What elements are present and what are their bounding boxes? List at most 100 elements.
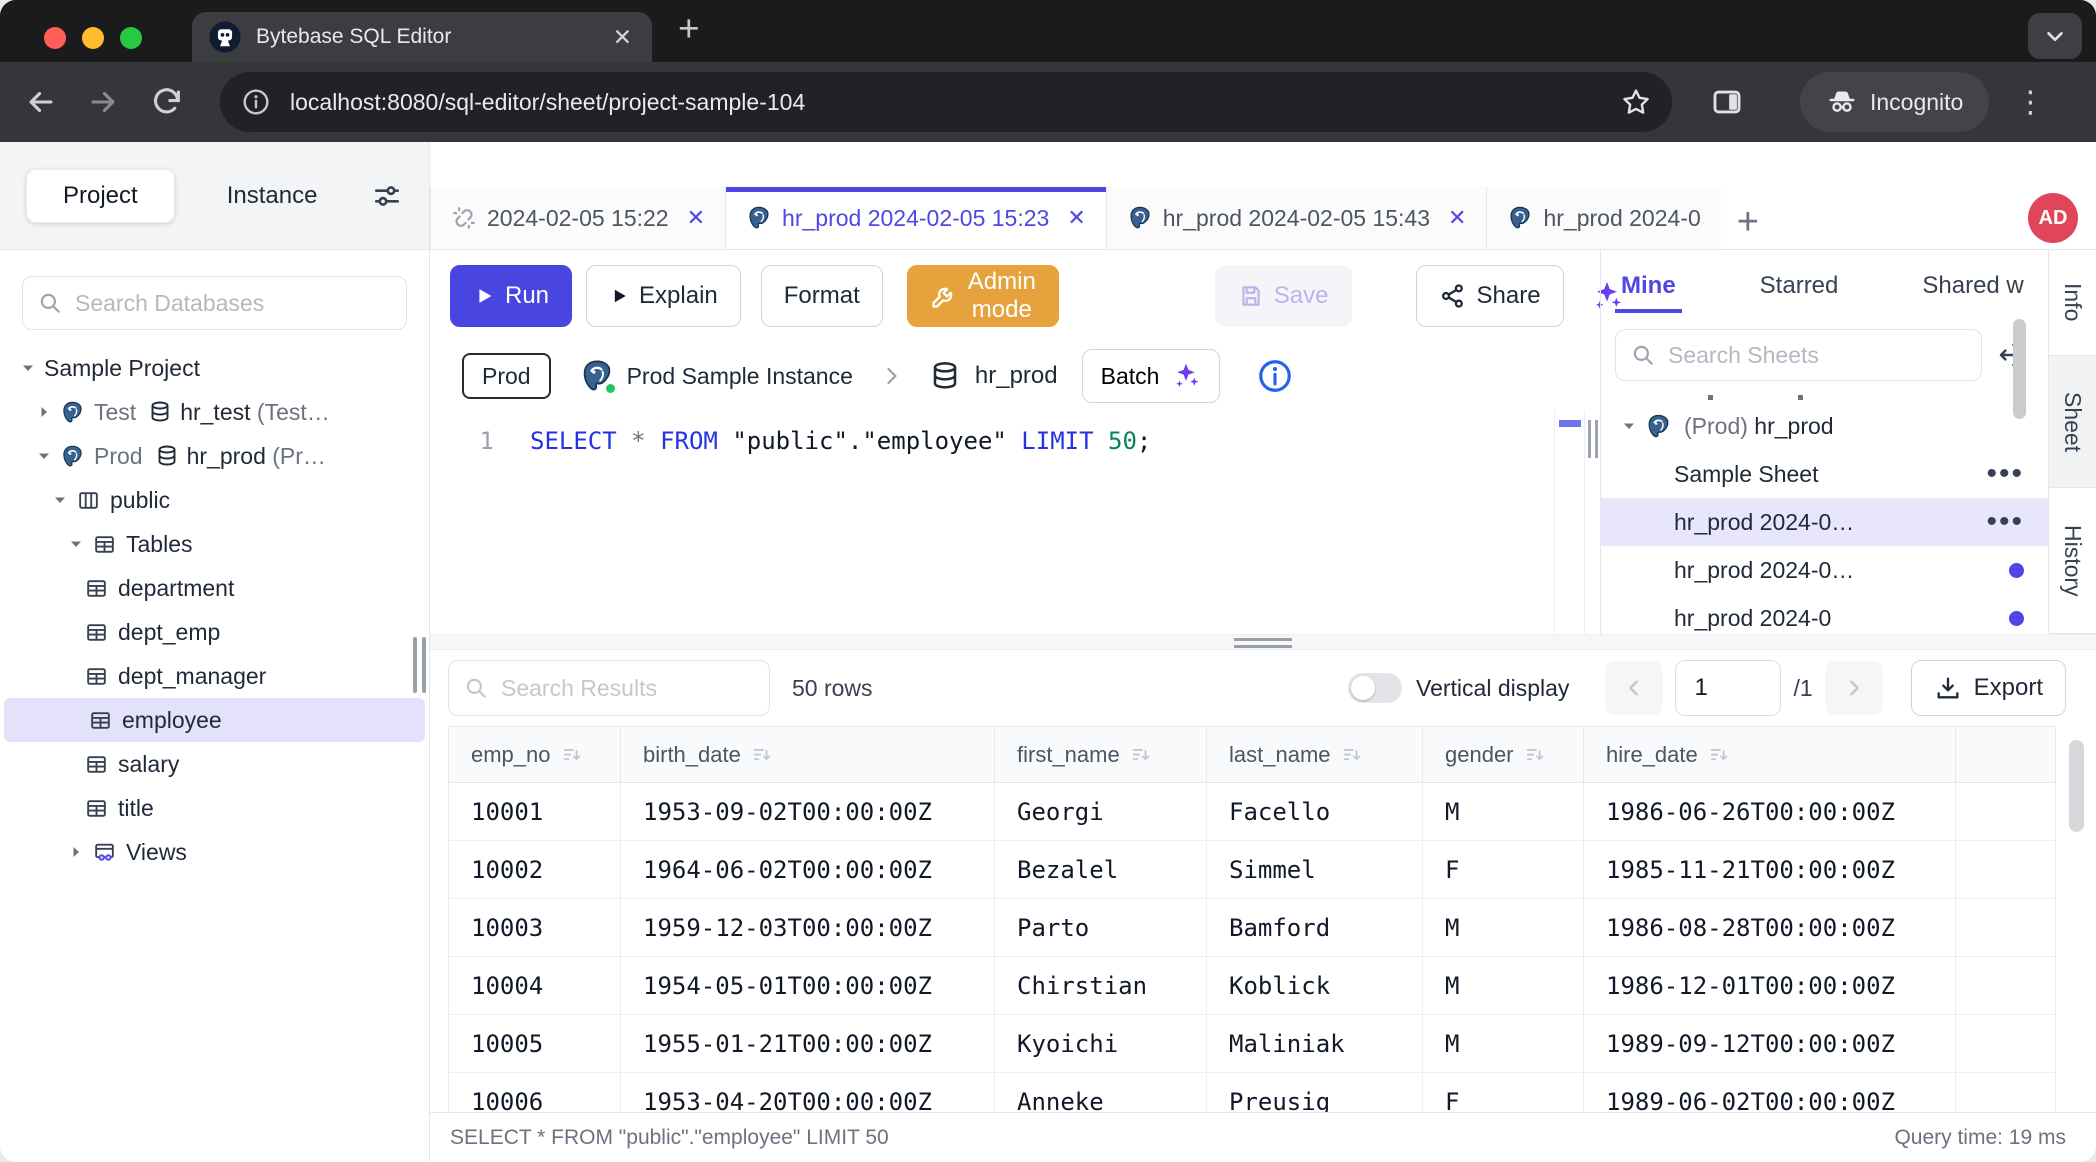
column-header-gender[interactable]: gender [1423, 727, 1584, 783]
sheet-group-prod-hr-prod[interactable]: (Prod) hr_prod [1601, 402, 2048, 450]
side-tab-sheet[interactable]: Sheet [2049, 356, 2096, 488]
share-button[interactable]: Share [1416, 265, 1564, 327]
tree-item-tables[interactable]: Tables [0, 522, 429, 566]
sheet-list-scrollbar[interactable] [2013, 319, 2026, 419]
column-header-emp-no[interactable]: emp_no [449, 727, 621, 783]
close-tab-icon[interactable]: ✕ [1067, 205, 1085, 231]
table-row[interactable]: 100021964-06-02T00:00:00ZBezalelSimmelF1… [449, 841, 2056, 899]
run-button[interactable]: Run [450, 265, 572, 327]
sql-code-editor[interactable]: 1 SELECT * FROM "public"."employee" LIMI… [430, 410, 1600, 634]
tree-item-employee[interactable]: employee [4, 698, 425, 742]
sheet-search[interactable] [1615, 329, 1982, 381]
database-search[interactable] [22, 276, 407, 330]
editor-tab-hr-prod-2024-02-05-15-43[interactable]: hr_prod 2024-02-05 15:43✕ [1107, 187, 1488, 249]
tree-item-public[interactable]: public [0, 478, 429, 522]
editor-tab-hr-prod-2024-0[interactable]: hr_prod 2024-0 [1487, 187, 1720, 249]
tree-item-dept-emp[interactable]: dept_emp [0, 610, 429, 654]
tab-project[interactable]: Project [26, 169, 175, 223]
tree-item-department[interactable]: department [0, 566, 429, 610]
table-row[interactable]: 100031959-12-03T00:00:00ZPartoBamfordM19… [449, 899, 2056, 957]
page-number-input[interactable] [1675, 660, 1781, 716]
sql-statement-line: SELECT * FROM "public"."employee" LIMIT … [530, 418, 1151, 464]
table-row[interactable]: 100051955-01-21T00:00:00ZKyoichiMaliniak… [449, 1015, 2056, 1073]
sidebar-resize-handle[interactable] [413, 637, 426, 693]
results-search[interactable] [448, 660, 770, 716]
side-tab-history[interactable]: History [2049, 488, 2096, 634]
tab-mine[interactable]: Mine [1615, 271, 1682, 301]
tree-item-label: salary [118, 751, 179, 778]
reload-icon[interactable] [150, 85, 184, 119]
table-cell-filler [1956, 1073, 2056, 1112]
database-label: hr_test [180, 399, 250, 426]
column-header-birth-date[interactable]: birth_date [621, 727, 995, 783]
tab-shared[interactable]: Shared w [1916, 271, 2029, 301]
back-icon[interactable] [24, 85, 58, 119]
database-name[interactable]: hr_prod [975, 362, 1058, 390]
column-header-hire-date[interactable]: hire_date [1584, 727, 1956, 783]
next-page-button[interactable] [1825, 661, 1883, 715]
explain-button[interactable]: Explain [586, 265, 741, 327]
editor-tab-hr-prod-2024-02-05-15-23[interactable]: hr_prod 2024-02-05 15:23✕ [726, 187, 1107, 249]
window-minimize-button[interactable] [82, 27, 104, 49]
sql-token: * [631, 427, 660, 455]
tab-instance[interactable]: Instance [221, 181, 324, 211]
side-panel-icon[interactable] [1710, 85, 1744, 119]
add-sheet-icon[interactable]: + [1737, 203, 1759, 241]
close-tab-icon[interactable]: ✕ [1448, 205, 1466, 231]
sheet-item-hr-prod-2024-0[interactable]: hr_prod 2024-0… [1601, 546, 2048, 594]
results-table-scrollbar[interactable] [2069, 740, 2084, 832]
sort-icon [1130, 744, 1152, 766]
export-button[interactable]: Export [1911, 660, 2066, 716]
tree-item-title[interactable]: title [0, 786, 429, 830]
window-zoom-button[interactable] [120, 27, 142, 49]
instance-name[interactable]: Prod Sample Instance [627, 363, 853, 390]
sheet-name: Sample Sheet [1674, 461, 1986, 488]
forward-icon[interactable] [86, 85, 120, 119]
address-bar[interactable]: localhost:8080/sql-editor/sheet/project-… [220, 72, 1672, 132]
panel-resize-handle[interactable] [1584, 410, 1600, 634]
table-row[interactable]: 100041954-05-01T00:00:00ZChirstianKoblic… [449, 957, 2056, 1015]
prev-page-button[interactable] [1605, 661, 1663, 715]
database-label: hr_prod [1748, 413, 1834, 440]
side-tab-info[interactable]: Info [2049, 250, 2096, 356]
sql-token: FROM [660, 427, 732, 455]
batch-button[interactable]: Batch [1082, 349, 1221, 403]
column-header-first-name[interactable]: first_name [995, 727, 1207, 783]
user-avatar[interactable]: AD [2028, 193, 2078, 243]
browser-tab[interactable]: Bytebase SQL Editor ✕ [192, 12, 652, 62]
tab-starred[interactable]: Starred [1754, 271, 1845, 301]
bookmark-star-icon[interactable] [1620, 86, 1652, 118]
tree-item-views[interactable]: Views [0, 830, 429, 874]
tab-search-button[interactable] [2028, 13, 2082, 59]
vertical-display-toggle[interactable] [1348, 673, 1402, 703]
table-cell: 1954-05-01T00:00:00Z [621, 957, 995, 1015]
results-divider[interactable] [430, 634, 2096, 650]
save-button[interactable]: Save [1215, 265, 1352, 327]
window-close-button[interactable] [44, 27, 66, 49]
tree-item-hr-test[interactable]: Testhr_test (Test… [0, 390, 429, 434]
sheet-item-sample-sheet[interactable]: Sample Sheet••• [1601, 450, 2048, 498]
column-header-last-name[interactable]: last_name [1207, 727, 1423, 783]
tree-item-hr-prod[interactable]: Prodhr_prod (Pr… [0, 434, 429, 478]
new-tab-button[interactable]: + [678, 8, 700, 50]
filter-settings-icon[interactable] [371, 180, 403, 212]
editor-tab-2024-02-05-15-22[interactable]: 2024-02-05 15:22✕ [430, 187, 726, 249]
tree-item-sample-project[interactable]: Sample Project [0, 346, 429, 390]
database-search-input[interactable] [73, 289, 392, 318]
admin-mode-button[interactable]: Admin mode [907, 265, 1059, 327]
table-row[interactable]: 100011953-09-02T00:00:00ZGeorgiFacelloM1… [449, 783, 2056, 841]
browser-tab-close-icon[interactable]: ✕ [609, 24, 636, 51]
play-icon [609, 286, 629, 306]
tree-item-salary[interactable]: salary [0, 742, 429, 786]
info-icon[interactable] [1256, 357, 1294, 395]
browser-menu-icon[interactable]: ⋮ [2015, 85, 2045, 120]
sheet-item-hr-prod-2024-0[interactable]: hr_prod 2024-0…••• [1601, 498, 2048, 546]
tree-item-dept-manager[interactable]: dept_manager [0, 654, 429, 698]
results-search-input[interactable] [499, 674, 799, 703]
sheet-search-input[interactable] [1666, 341, 1967, 370]
site-info-icon[interactable] [240, 86, 272, 118]
format-button[interactable]: Format [761, 265, 883, 327]
close-tab-icon[interactable]: ✕ [687, 205, 705, 231]
table-row[interactable]: 100061953-04-20T00:00:00ZAnnekePreusigF1… [449, 1073, 2056, 1112]
sheet-item-hr-prod-2024-0[interactable]: hr_prod 2024-0 [1601, 594, 2048, 634]
